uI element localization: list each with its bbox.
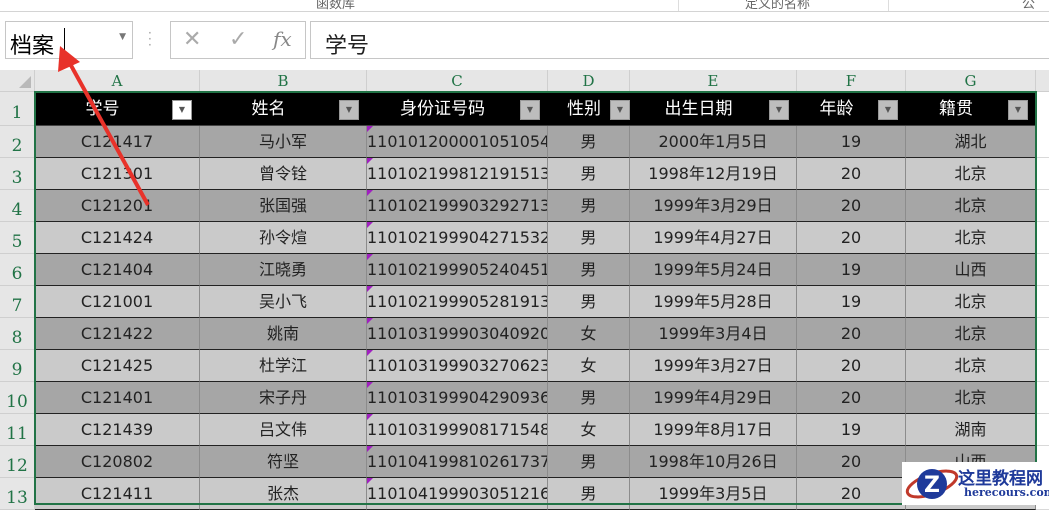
watermark-logo: Z 这里教程网 herecours.com — [902, 462, 1049, 505]
red-arrow-annotation — [58, 46, 150, 206]
svg-text:Z: Z — [924, 473, 940, 498]
watermark-url: herecours.com — [964, 486, 1049, 499]
logo-icon: Z — [905, 469, 958, 499]
